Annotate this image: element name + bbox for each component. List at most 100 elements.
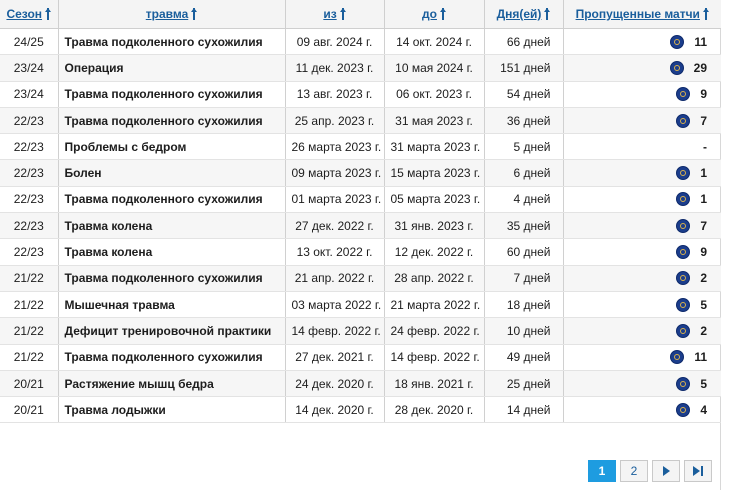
club-crest-icon[interactable]: [676, 271, 691, 286]
table-row: 20/21 Травма лодыжки 14 дек. 2020 г. 28 дек…: [0, 396, 721, 424]
sort-days-header[interactable]: Дня(ей): [484, 0, 564, 29]
from-date-cell: 11 дек. 2023 г.: [285, 54, 385, 82]
season-cell: 23/24: [0, 81, 59, 108]
to-date-cell: 14 окт. 2024 г.: [384, 28, 485, 56]
club-crest-icon[interactable]: [676, 113, 691, 128]
to-date-cell: 24 февр. 2022 г.: [384, 317, 485, 345]
injury-cell: Травма колена: [58, 238, 286, 266]
injury-cell: Травма подколенного сухожилия: [58, 107, 286, 135]
season-cell: 22/23: [0, 238, 59, 266]
injury-header-label[interactable]: травма: [146, 7, 189, 21]
from-date-cell: 14 февр. 2022 г.: [285, 317, 385, 345]
sort-injury-header[interactable]: травма: [58, 0, 286, 29]
club-crest-icon[interactable]: [676, 218, 691, 233]
days-cell: 25 дней: [484, 370, 564, 398]
table-row: 21/22 Дефицит тренировочной практики 14 фе…: [0, 317, 721, 345]
next-page-button[interactable]: [652, 460, 680, 482]
season-cell: 22/23: [0, 159, 59, 187]
sort-arrow-icon: [45, 8, 52, 20]
days-cell: 10 дней: [484, 317, 564, 345]
days-cell: 49 дней: [484, 344, 564, 371]
to-header-label[interactable]: до: [422, 7, 437, 21]
table-row: 23/24 Травма подколенного сухожилия 13 авг…: [0, 81, 721, 108]
club-crest-icon[interactable]: [676, 297, 691, 312]
from-date-cell: 21 апр. 2022 г.: [285, 265, 385, 292]
missed-games-cell: 9: [563, 81, 721, 108]
table-header-row: Сезон травма из до Дня(ей) Пропущенные м…: [0, 0, 721, 29]
to-date-cell: 06 окт. 2023 г.: [384, 81, 485, 108]
sort-season-header[interactable]: Сезон: [0, 0, 59, 29]
sort-arrow-icon: [544, 8, 551, 20]
injury-history-panel: Сезон травма из до Дня(ей) Пропущенные м…: [0, 0, 721, 490]
injury-cell: Дефицит тренировочной практики: [58, 317, 286, 345]
season-header-label[interactable]: Сезон: [6, 7, 42, 21]
club-crest-icon[interactable]: [670, 350, 685, 365]
days-cell: 60 дней: [484, 238, 564, 266]
season-cell: 23/24: [0, 54, 59, 82]
missed-games-cell: 2: [563, 265, 721, 292]
sort-games-header[interactable]: Пропущенные матчи: [563, 0, 721, 29]
club-crest-icon[interactable]: [676, 87, 691, 102]
missed-games-value: 7: [700, 113, 707, 128]
missed-games-value: 2: [700, 271, 707, 286]
table-row: 21/22 Травма подколенного сухожилия 27 дек…: [0, 344, 721, 371]
from-header-label[interactable]: из: [323, 7, 336, 21]
club-crest-icon[interactable]: [676, 192, 691, 207]
table-row: 22/23 Травма подколенного сухожилия 01 мар…: [0, 186, 721, 214]
page-1-button[interactable]: 1: [588, 460, 616, 482]
club-crest-icon[interactable]: [670, 34, 685, 49]
missed-games-cell: 2: [563, 317, 721, 345]
to-date-cell: 18 янв. 2021 г.: [384, 370, 485, 398]
days-cell: 14 дней: [484, 396, 564, 424]
missed-games-cell: 7: [563, 107, 721, 135]
missed-games-cell: 29: [563, 54, 721, 82]
to-date-cell: 28 дек. 2020 г.: [384, 396, 485, 424]
sort-to-header[interactable]: до: [384, 0, 485, 29]
to-date-cell: 10 мая 2024 г.: [384, 54, 485, 82]
club-crest-icon[interactable]: [676, 245, 691, 260]
page-2-button[interactable]: 2: [620, 460, 648, 482]
days-cell: 7 дней: [484, 265, 564, 292]
table-row: 20/21 Растяжение мышц бедра 24 дек. 2020 г…: [0, 370, 721, 398]
to-date-cell: 12 дек. 2022 г.: [384, 238, 485, 266]
days-header-label[interactable]: Дня(ей): [497, 7, 542, 21]
missed-games-value: 9: [700, 245, 707, 260]
missed-games-cell: 5: [563, 370, 721, 398]
last-icon: [693, 464, 703, 478]
missed-games-value: 4: [700, 402, 707, 417]
club-crest-icon[interactable]: [676, 323, 691, 338]
days-cell: 6 дней: [484, 159, 564, 187]
club-crest-icon[interactable]: [676, 166, 691, 181]
table-body: 24/25 Травма подколенного сухожилия 09 авг…: [0, 28, 721, 424]
club-crest-icon[interactable]: [676, 402, 691, 417]
to-date-cell: 31 марта 2023 г.: [384, 133, 485, 161]
season-cell: 20/21: [0, 370, 59, 398]
days-cell: 18 дней: [484, 291, 564, 319]
games-header-label[interactable]: Пропущенные матчи: [576, 7, 700, 21]
missed-games-value: 5: [700, 297, 707, 312]
table-row: 22/23 Травма подколенного сухожилия 25 апр…: [0, 107, 721, 135]
table-row: 21/22 Травма подколенного сухожилия 21 апр…: [0, 265, 721, 292]
sort-arrow-icon: [702, 8, 709, 20]
injury-cell: Травма лодыжки: [58, 396, 286, 424]
days-cell: 4 дней: [484, 186, 564, 214]
season-cell: 20/21: [0, 396, 59, 424]
season-cell: 21/22: [0, 265, 59, 292]
injury-cell: Травма подколенного сухожилия: [58, 186, 286, 214]
injury-cell: Травма подколенного сухожилия: [58, 265, 286, 292]
last-page-button[interactable]: [684, 460, 712, 482]
from-date-cell: 27 дек. 2022 г.: [285, 212, 385, 240]
club-crest-icon[interactable]: [669, 60, 684, 75]
injury-cell: Мышечная травма: [58, 291, 286, 319]
to-date-cell: 31 янв. 2023 г.: [384, 212, 485, 240]
club-crest-icon[interactable]: [676, 376, 691, 391]
sort-from-header[interactable]: из: [285, 0, 385, 29]
missed-games-value: 11: [694, 350, 707, 365]
season-cell: 22/23: [0, 186, 59, 214]
missed-games-value: 1: [700, 166, 707, 181]
table-row: 21/22 Мышечная травма 03 марта 2022 г. 21 м…: [0, 291, 721, 319]
from-date-cell: 03 марта 2022 г.: [285, 291, 385, 319]
from-date-cell: 09 авг. 2024 г.: [285, 28, 385, 56]
table-row: 23/24 Операция 11 дек. 2023 г. 10 мая 2024 …: [0, 54, 721, 82]
injury-cell: Операция: [58, 54, 286, 82]
